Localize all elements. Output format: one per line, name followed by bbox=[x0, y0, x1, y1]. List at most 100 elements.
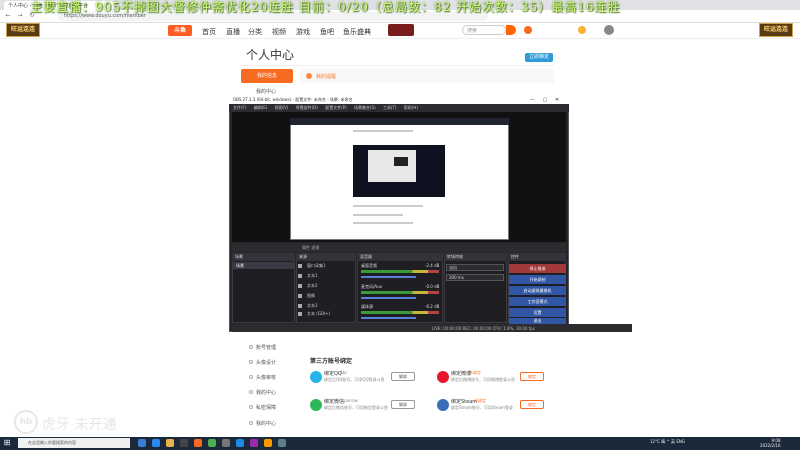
preview-line bbox=[353, 214, 403, 216]
transition-select[interactable]: 淡出 bbox=[446, 264, 504, 271]
nav-live[interactable]: 直播 bbox=[226, 27, 240, 37]
explorer-icon[interactable] bbox=[166, 439, 174, 447]
history-icon[interactable] bbox=[524, 26, 532, 34]
mixer-db: -2.4 dB bbox=[425, 263, 440, 268]
mixer-channel-name: 媒体源 bbox=[361, 304, 373, 309]
mixer-channel-name: 桌面音频 bbox=[361, 263, 377, 268]
app-icon[interactable] bbox=[236, 439, 244, 447]
preview-line bbox=[353, 205, 423, 207]
side-menu-item[interactable]: 头像设计 bbox=[256, 359, 276, 366]
search-icon[interactable] bbox=[506, 25, 516, 35]
edge-icon[interactable] bbox=[152, 439, 160, 447]
side-menu-item[interactable]: 我的中心 bbox=[256, 389, 276, 396]
system-tray[interactable]: 12°C 晴 ^ 英 ENG bbox=[650, 439, 685, 445]
transitions-header: 转场特效 bbox=[444, 253, 507, 261]
volume-meter bbox=[361, 270, 439, 273]
sources-header: 来源 bbox=[296, 253, 356, 261]
binding-status: 未绑定 bbox=[474, 398, 486, 403]
taskbar-search-input[interactable]: 在这里输入你要搜索的内容 bbox=[18, 438, 130, 448]
menu-dot-icon bbox=[249, 345, 253, 349]
studio-mode-button[interactable]: 工作室模式 bbox=[509, 297, 566, 306]
volume-slider[interactable] bbox=[361, 297, 416, 299]
mixer-channel-name: 麦克风/Aux bbox=[361, 284, 382, 289]
my-info-button[interactable]: 我的信息 bbox=[241, 69, 293, 83]
preview-nested-mini bbox=[394, 157, 408, 166]
obs-source-toolbar[interactable]: 属性 滤镜 bbox=[232, 243, 566, 252]
bind-phone-button[interactable]: 立即绑定 bbox=[525, 53, 553, 62]
preview-header bbox=[290, 118, 509, 125]
duration-field[interactable]: 300 ms bbox=[446, 274, 504, 281]
binding-status: sparrow bbox=[342, 398, 358, 403]
alert-icon bbox=[306, 73, 312, 79]
window-controls[interactable]: — ▢ ✕ bbox=[530, 97, 559, 103]
binding-name: 绑定微信 bbox=[324, 399, 345, 405]
stream-overlay-text: 主要直播：905不掉图大督修仲斋优化20连胜 目前：0/20（总局数：82 开始… bbox=[30, 0, 621, 14]
preview-line bbox=[353, 222, 413, 224]
decoration-left: 旺运连连 bbox=[6, 23, 40, 37]
source-item[interactable]: 窗口采集1 bbox=[297, 262, 353, 270]
nav-category[interactable]: 分类 bbox=[248, 27, 262, 37]
watermark-logo: hb bbox=[14, 410, 38, 434]
virtual-camera-button[interactable]: 启动虚拟摄像机 bbox=[509, 286, 566, 295]
start-icon[interactable]: ⊞ bbox=[2, 438, 12, 448]
preview-nested-page bbox=[368, 150, 416, 182]
nav-video[interactable]: 视频 bbox=[272, 27, 286, 37]
nav-home[interactable]: 首页 bbox=[202, 27, 216, 37]
app-icon[interactable] bbox=[222, 439, 230, 447]
source-item[interactable]: 文本1 bbox=[297, 272, 353, 280]
source-item[interactable]: 文本 (GDI+) bbox=[297, 310, 353, 318]
wechat-icon bbox=[310, 399, 322, 411]
nav-fishbar[interactable]: 鱼吧 bbox=[320, 27, 334, 37]
app-icon[interactable] bbox=[264, 439, 272, 447]
side-menu-item[interactable]: 我的中心 bbox=[256, 420, 276, 427]
side-menu-item[interactable]: 头像审核 bbox=[256, 374, 276, 381]
nav-festival[interactable]: 鱼乐盛典 bbox=[343, 27, 371, 37]
menu-dot-icon bbox=[249, 421, 253, 425]
bind-weibo-button[interactable]: 绑定 bbox=[520, 372, 544, 381]
douyu-taskbar-icon[interactable] bbox=[194, 439, 202, 447]
unbind-wechat-button[interactable]: 解绑 bbox=[391, 400, 415, 409]
volume-slider[interactable] bbox=[361, 276, 416, 278]
obs-title-bar[interactable]: OBS 27.1.3 (64-bit, windows) - 配置文件: 未命名… bbox=[229, 96, 569, 104]
binding-name: 绑定微博 bbox=[451, 371, 472, 377]
bind-steam-button[interactable]: 绑定 bbox=[520, 400, 544, 409]
binding-desc: 绑定后微博账号，可用微博登录斗鱼 bbox=[451, 377, 515, 382]
settings-button[interactable]: 设置 bbox=[509, 308, 566, 317]
app-icon[interactable] bbox=[250, 439, 258, 447]
source-item[interactable]: 文本3 bbox=[297, 302, 353, 310]
side-menu-item[interactable]: 我的中心 bbox=[256, 88, 276, 95]
avatar[interactable] bbox=[604, 25, 614, 35]
clock-date: 2022/2/16 bbox=[760, 443, 781, 448]
promo-banner[interactable] bbox=[388, 24, 414, 36]
third-party-title: 第三方账号绑定 bbox=[310, 358, 353, 365]
qq-icon bbox=[310, 371, 322, 383]
volume-slider[interactable] bbox=[361, 317, 416, 319]
search-input[interactable]: 搜索 bbox=[462, 25, 506, 35]
follow-icon[interactable] bbox=[578, 26, 586, 34]
alert-text[interactable]: 我的提醒 bbox=[316, 73, 336, 80]
source-item[interactable]: 文本2 bbox=[297, 282, 353, 290]
preview-line bbox=[353, 130, 413, 132]
chrome-icon[interactable] bbox=[208, 439, 216, 447]
clock[interactable]: 9:08 2022/2/16 bbox=[760, 438, 781, 448]
side-menu-item[interactable]: 账号管理 bbox=[256, 344, 276, 351]
obs-menu-bar[interactable]: 文件(F) 编辑(E) 视图(V) 停靠部件(D) 配置文件(P) 场景集合(S… bbox=[229, 104, 569, 112]
unbind-qq-button[interactable]: 解绑 bbox=[391, 372, 415, 381]
binding-status: 未绑定 bbox=[469, 370, 481, 375]
menu-dot-icon bbox=[249, 390, 253, 394]
nav-game[interactable]: 游戏 bbox=[296, 27, 310, 37]
task-view-icon[interactable] bbox=[138, 439, 146, 447]
menu-dot-icon bbox=[249, 405, 253, 409]
stop-stream-button[interactable]: 停止推流 bbox=[509, 264, 566, 273]
app-icon[interactable] bbox=[278, 439, 286, 447]
side-menu-item[interactable]: 私密保障 bbox=[256, 404, 276, 411]
site-logo[interactable]: 斗鱼 bbox=[168, 25, 192, 36]
page-title: 个人中心 bbox=[246, 48, 295, 62]
divider bbox=[240, 65, 554, 66]
weibo-icon bbox=[437, 371, 449, 383]
obs-taskbar-icon[interactable] bbox=[180, 439, 188, 447]
obs-status-bar: LIVE: 00:00:00 REC: 00:00:00 CPU: 1.8%, … bbox=[232, 324, 632, 332]
start-recording-button[interactable]: 开始录制 bbox=[509, 275, 566, 284]
source-item[interactable]: 图像 bbox=[297, 292, 353, 300]
scene-item[interactable]: 场景 bbox=[233, 262, 294, 269]
